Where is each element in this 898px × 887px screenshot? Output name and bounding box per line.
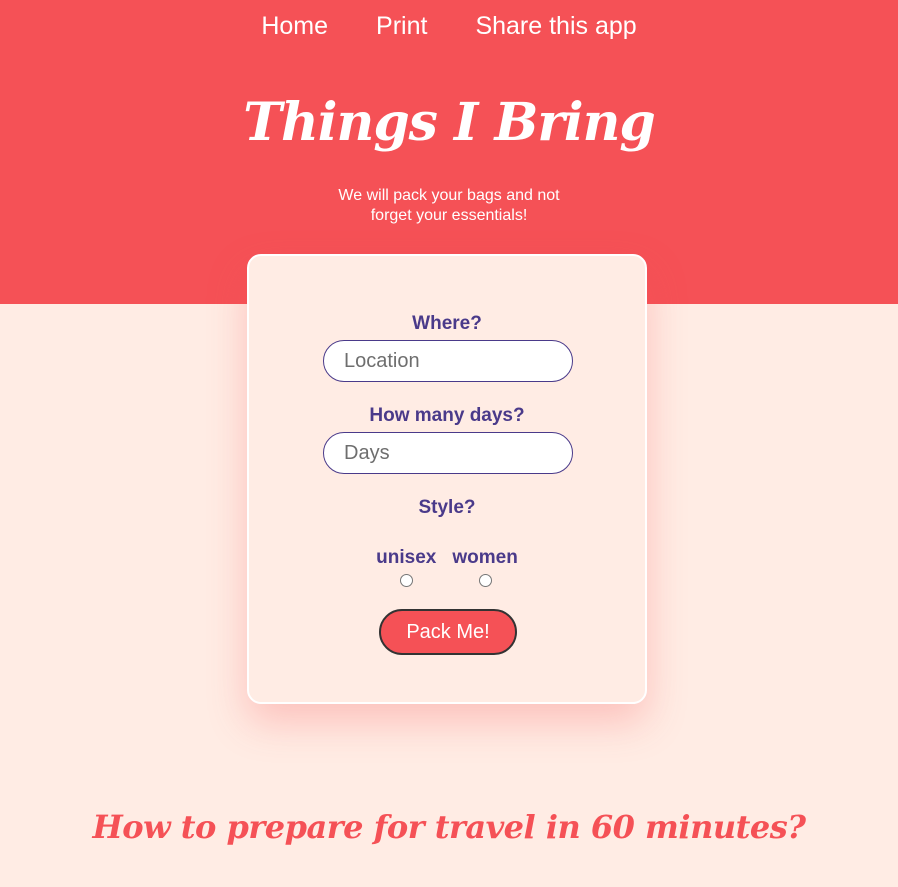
packing-form: Where? How many days? Style? unisex wome…: [247, 254, 647, 704]
nav-share-link[interactable]: Share this app: [475, 8, 636, 44]
location-label: Where?: [412, 313, 482, 334]
style-radio-unisex[interactable]: [399, 574, 413, 587]
days-input[interactable]: [323, 432, 573, 474]
app-title: Things I Bring: [243, 92, 656, 153]
style-label: Style?: [418, 497, 476, 518]
app-tagline: We will pack your bags and not forget yo…: [338, 187, 560, 224]
style-option-women[interactable]: women: [452, 546, 518, 587]
nav-print-link[interactable]: Print: [376, 8, 427, 44]
location-input[interactable]: [323, 340, 573, 382]
pack-me-button[interactable]: Pack Me!: [379, 609, 517, 655]
style-option-women-label: women: [452, 547, 518, 568]
days-label: How many days?: [369, 405, 525, 426]
style-option-unisex-label: unisex: [376, 547, 437, 568]
nav-home-link[interactable]: Home: [261, 8, 328, 44]
style-radio-women[interactable]: [478, 574, 492, 587]
style-radio-group: unisex women: [249, 546, 645, 587]
section-heading: How to prepare for travel in 60 minutes?: [92, 808, 806, 846]
style-option-unisex[interactable]: unisex: [376, 546, 436, 587]
top-nav: Home Print Share this app: [0, 8, 898, 44]
